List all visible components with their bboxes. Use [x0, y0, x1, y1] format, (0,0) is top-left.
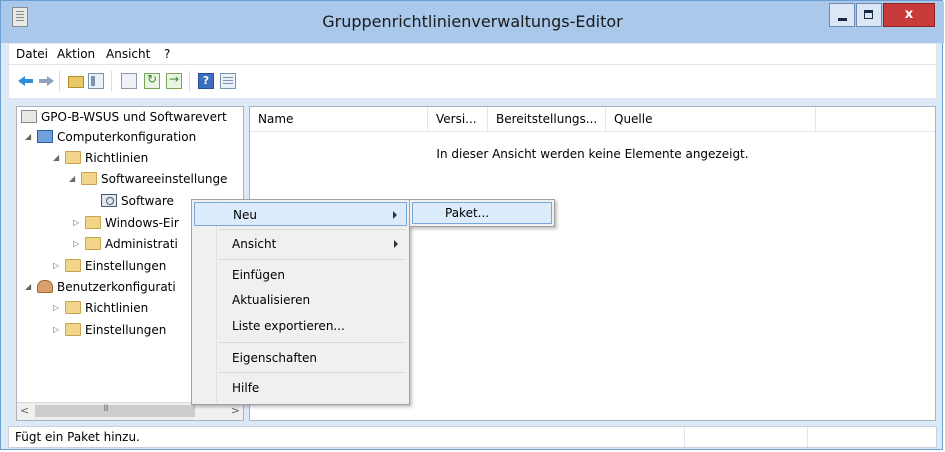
folder-icon — [65, 301, 81, 314]
folder-icon — [81, 172, 97, 185]
scroll-thumb[interactable] — [35, 404, 195, 417]
toolbar-separator — [189, 71, 190, 91]
menu-separator — [219, 259, 405, 260]
column-header-name[interactable]: Name — [250, 107, 428, 131]
folder-icon — [85, 237, 101, 250]
expand-icon[interactable]: ▷ — [73, 219, 81, 227]
minimize-icon — [838, 18, 847, 21]
status-text: Fügt ein Paket hinzu. — [15, 430, 140, 444]
menu-item-liste-exportieren[interactable]: Liste exportieren... — [194, 314, 407, 338]
tree-label: Computerkonfiguration — [57, 130, 197, 144]
menu-item-eigenschaften[interactable]: Eigenschaften — [194, 346, 407, 370]
properties-icon[interactable] — [121, 73, 137, 89]
users-icon — [37, 280, 53, 293]
submenu-arrow-icon — [393, 211, 397, 219]
folder-up-icon[interactable] — [68, 76, 84, 88]
menu-item-label: Liste exportieren... — [232, 319, 345, 333]
view-icon[interactable] — [220, 73, 236, 89]
menu-separator — [219, 229, 405, 230]
toolbar-separator — [111, 71, 112, 91]
expand-icon[interactable]: ▷ — [53, 262, 61, 270]
menu-item-label: Einfügen — [232, 268, 285, 282]
tree-label: GPO-B-WSUS und Softwarevert — [41, 110, 227, 124]
scroll-left-icon[interactable]: < — [20, 404, 29, 417]
menu-item-label: Ansicht — [232, 237, 277, 251]
tree-label: Einstellungen — [85, 259, 167, 273]
status-bar: Fügt ein Paket hinzu. — [8, 426, 937, 448]
submenu-neu: Paket... — [409, 199, 555, 227]
menu-help[interactable]: ? — [164, 47, 170, 61]
menu-item-label: Hilfe — [232, 381, 260, 395]
collapse-icon[interactable]: ◢ — [25, 283, 33, 291]
scroll-right-icon[interactable]: > — [231, 404, 240, 417]
tree-label: Richtlinien — [85, 151, 149, 165]
menu-separator — [219, 342, 405, 343]
menu-bar: Datei Aktion Ansicht ? — [8, 43, 937, 65]
collapse-icon[interactable]: ◢ — [69, 175, 77, 183]
show-hide-tree-icon[interactable] — [88, 73, 104, 89]
tree-label: Windows-Eir — [105, 216, 179, 230]
menu-item-ansicht[interactable]: Ansicht — [194, 232, 407, 256]
computer-icon — [37, 130, 53, 143]
context-menu: Neu Ansicht Einfügen Aktualisieren Liste… — [191, 199, 410, 405]
title-bar[interactable]: Gruppenrichtlinienverwaltungs-Editor x — [1, 1, 944, 43]
menu-item-einfuegen[interactable]: Einfügen — [194, 263, 407, 287]
folder-icon — [65, 323, 81, 336]
close-button[interactable]: x — [883, 3, 935, 27]
column-header-source[interactable]: Quelle — [606, 107, 816, 131]
toolbar-separator — [59, 71, 60, 91]
empty-view-message: In dieser Ansicht werden keine Elemente … — [436, 147, 749, 161]
collapse-icon[interactable]: ◢ — [25, 133, 33, 141]
tree-label: Einstellungen — [85, 323, 167, 337]
tree-label: Softwareeinstellunge — [101, 172, 228, 186]
tree-label: Software — [121, 194, 174, 208]
toolbar: ? — [8, 65, 937, 99]
gpo-icon — [21, 110, 37, 123]
export-list-icon[interactable] — [166, 72, 182, 89]
expand-icon[interactable]: ▷ — [73, 240, 81, 248]
back-arrow-icon[interactable] — [18, 73, 34, 89]
menu-item-label: Paket... — [445, 206, 490, 220]
menu-item-label: Aktualisieren — [232, 293, 311, 307]
refresh-icon[interactable] — [144, 72, 160, 89]
menu-item-label: Eigenschaften — [232, 351, 318, 365]
menu-ansicht[interactable]: Ansicht — [106, 47, 150, 61]
status-separator — [684, 427, 685, 447]
menu-datei[interactable]: Datei — [16, 47, 48, 61]
menu-item-paket[interactable]: Paket... — [412, 202, 552, 224]
tree-label: Benutzerkonfigurati — [57, 280, 176, 294]
tree-label: Richtlinien — [85, 301, 149, 315]
forward-arrow-icon[interactable] — [38, 73, 54, 89]
expand-icon[interactable]: ▷ — [53, 326, 61, 334]
folder-icon — [85, 216, 101, 229]
folder-icon — [65, 151, 81, 164]
window-title: Gruppenrichtlinienverwaltungs-Editor — [322, 12, 623, 31]
column-header-deployment[interactable]: Bereitstellungs... — [488, 107, 606, 131]
maximize-button[interactable] — [856, 3, 882, 27]
menu-item-label: Neu — [233, 208, 257, 222]
help-icon[interactable]: ? — [198, 73, 214, 89]
menu-separator — [219, 372, 405, 373]
column-header-version[interactable]: Versi... — [428, 107, 488, 131]
tree-label: Administrati — [105, 237, 178, 251]
software-installation-icon — [101, 194, 117, 207]
menu-aktion[interactable]: Aktion — [57, 47, 95, 61]
folder-icon — [65, 259, 81, 272]
maximize-icon — [864, 10, 873, 19]
menu-item-aktualisieren[interactable]: Aktualisieren — [194, 288, 407, 312]
menu-item-hilfe[interactable]: Hilfe — [194, 376, 407, 400]
collapse-icon[interactable]: ◢ — [53, 154, 61, 162]
close-icon: x — [904, 7, 914, 22]
menu-item-neu[interactable]: Neu — [194, 202, 407, 226]
status-separator — [807, 427, 808, 447]
minimize-button[interactable] — [829, 3, 855, 27]
header-divider — [250, 131, 935, 132]
expand-icon[interactable]: ▷ — [53, 304, 61, 312]
submenu-arrow-icon — [394, 240, 398, 248]
